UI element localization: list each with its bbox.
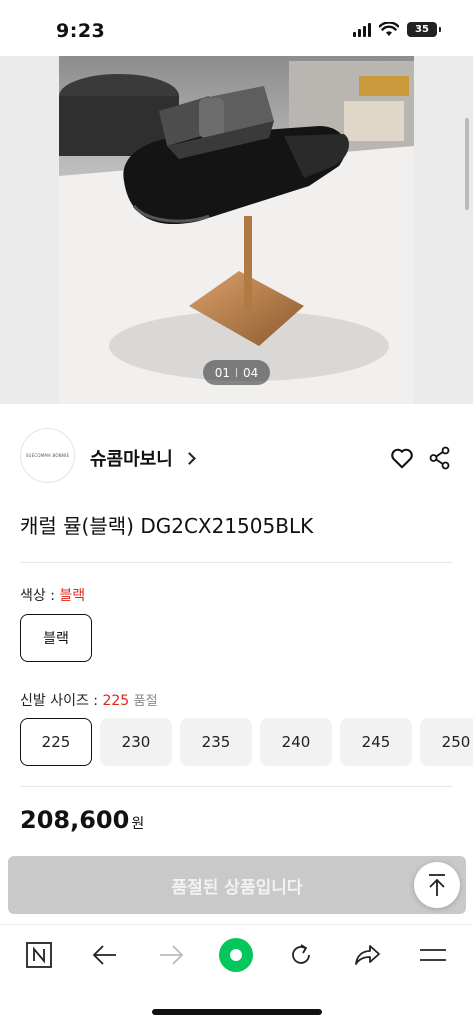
menu-icon <box>420 949 446 961</box>
product-image-gallery[interactable] <box>0 56 473 404</box>
product-photo[interactable] <box>59 56 414 404</box>
size-option-label: 신발 사이즈 : 225 품절 <box>20 690 158 710</box>
share-button[interactable] <box>429 446 451 470</box>
image-current-index: 01 <box>214 365 230 380</box>
back-button[interactable] <box>85 935 125 975</box>
arrow-up-to-top-icon <box>429 874 445 896</box>
divider <box>20 562 453 563</box>
brand-name: 슈콤마보니 <box>90 449 173 470</box>
size-status-text: 품절 <box>133 694 158 709</box>
home-green-dot-icon <box>219 938 253 972</box>
page-scrollbar[interactable] <box>465 118 469 210</box>
brand-logo-text: SUECOMMA BONNIE <box>25 453 70 458</box>
color-label-text: 색상 : <box>20 588 60 604</box>
scroll-to-top-button[interactable] <box>414 862 460 908</box>
share-page-button[interactable] <box>347 935 387 975</box>
green-dot-button[interactable] <box>216 935 256 975</box>
soldout-button[interactable]: 품절된 상품입니다 <box>8 856 466 914</box>
heart-icon <box>391 448 413 469</box>
divider <box>20 786 453 787</box>
share-arrow-icon <box>355 945 380 965</box>
price-amount: 208,600 <box>20 806 130 834</box>
naver-home-button[interactable] <box>19 935 59 975</box>
chevron-right-icon <box>182 451 196 465</box>
status-icons: 35 <box>353 22 441 37</box>
browser-toolbar <box>0 924 473 1024</box>
price: 208,600 원 <box>20 806 144 834</box>
size-label-text: 신발 사이즈 : <box>20 693 103 709</box>
share-icon <box>429 446 450 470</box>
wishlist-button[interactable] <box>389 445 415 471</box>
battery-icon: 35 <box>407 22 441 37</box>
selected-color-text: 블랙 <box>59 588 86 604</box>
color-chip-black[interactable]: 블랙 <box>20 614 92 662</box>
forward-button[interactable] <box>151 935 191 975</box>
size-chip-250[interactable]: 250 <box>420 718 473 766</box>
product-title: 캐럴 뮬(블랙) DG2CX21505BLK <box>20 514 314 538</box>
size-chip-225[interactable]: 225 <box>20 718 92 766</box>
status-time: 9:23 <box>56 20 106 42</box>
signal-icon <box>353 22 371 37</box>
home-indicator[interactable] <box>152 1009 322 1015</box>
size-chip-230[interactable]: 230 <box>100 718 172 766</box>
forward-arrow-icon <box>160 945 184 965</box>
size-chip-235[interactable]: 235 <box>180 718 252 766</box>
price-unit: 원 <box>131 816 145 832</box>
size-chip-list: 225 230 235 240 245 250 <box>20 718 473 766</box>
reload-button[interactable] <box>281 935 321 975</box>
naver-n-icon <box>26 942 52 968</box>
indicator-separator <box>236 368 237 377</box>
image-page-indicator: 01 04 <box>203 360 270 385</box>
brand-logo[interactable]: SUECOMMA BONNIE <box>20 428 75 483</box>
brand-link[interactable]: 슈콤마보니 <box>90 445 196 471</box>
menu-button[interactable] <box>413 935 453 975</box>
color-option-label: 색상 : 블랙 <box>20 585 85 605</box>
wifi-icon <box>379 22 399 36</box>
size-chip-245[interactable]: 245 <box>340 718 412 766</box>
size-chip-240[interactable]: 240 <box>260 718 332 766</box>
reload-icon <box>292 944 310 964</box>
selected-size-text: 225 <box>102 693 130 709</box>
back-arrow-icon <box>92 945 116 965</box>
image-total-count: 04 <box>243 365 259 380</box>
status-bar: 9:23 35 <box>0 0 473 56</box>
